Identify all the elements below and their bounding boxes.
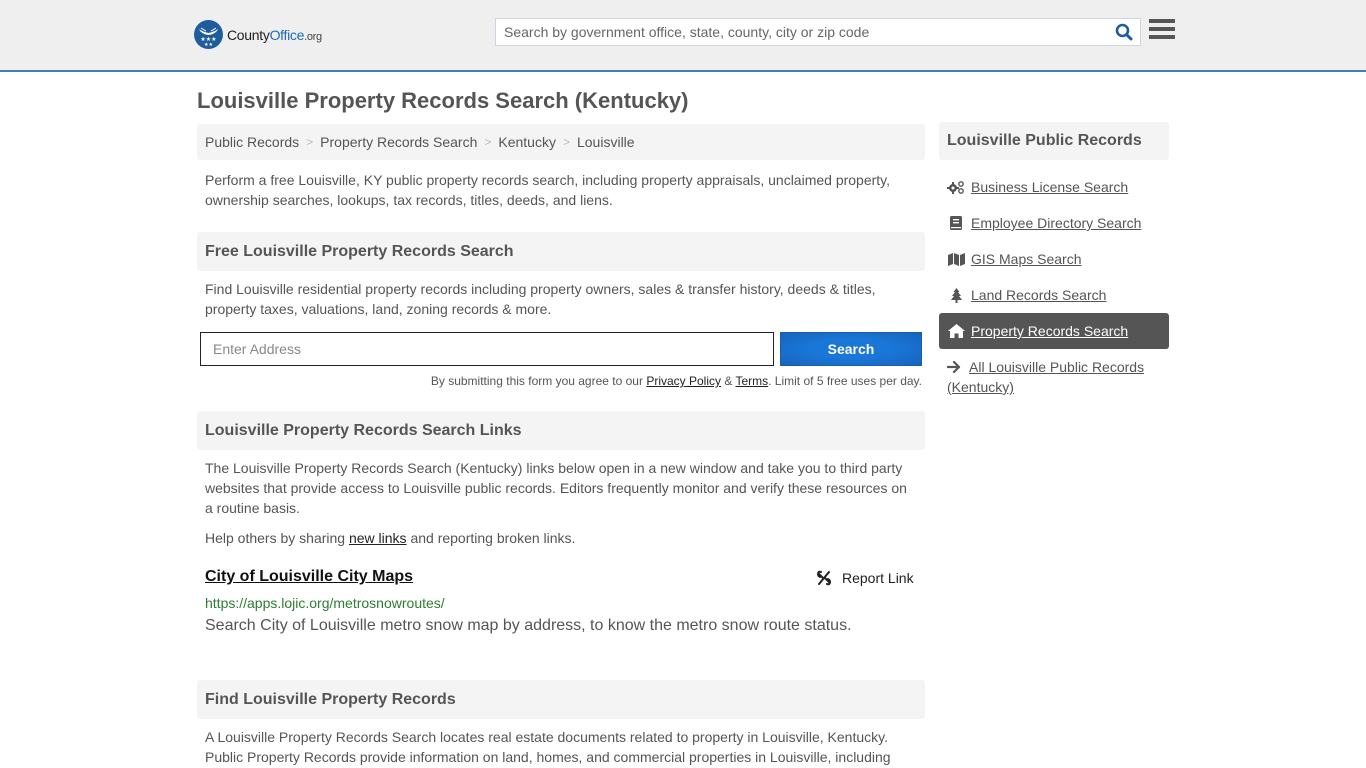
resource-link-title[interactable]: City of Louisville City Maps	[205, 568, 413, 586]
sidebar-heading: Louisville Public Records	[939, 122, 1169, 160]
site-logo[interactable]: ★★★ ★★ CountyOffice.org	[194, 20, 322, 49]
home-icon	[947, 323, 965, 339]
svg-text:★★: ★★	[204, 42, 213, 48]
sidebar-item-gis-maps[interactable]: GIS Maps Search	[939, 241, 1169, 277]
breadcrumb-property-records-search[interactable]: Property Records Search	[320, 134, 477, 150]
breadcrumb-separator: >	[562, 135, 570, 149]
resource-link-url: https://apps.lojic.org/metrosnowroutes/	[205, 595, 445, 611]
find-section-heading: Find Louisville Property Records	[197, 680, 925, 719]
breadcrumb-kentucky[interactable]: Kentucky	[498, 134, 556, 150]
free-search-description: Find Louisville residential property rec…	[205, 281, 876, 317]
sidebar-item-employee-directory[interactable]: Employee Directory Search	[939, 205, 1169, 241]
breadcrumb-louisville[interactable]: Louisville	[577, 134, 635, 150]
terms-link[interactable]: Terms	[735, 374, 768, 388]
links-section-heading: Louisville Property Records Search Links	[197, 411, 925, 450]
resource-link-description: Search City of Louisville metro snow map…	[205, 617, 852, 634]
site-search	[495, 18, 1141, 46]
breadcrumb-separator: >	[306, 135, 314, 149]
sidebar-item-property-records[interactable]: Property Records Search	[939, 313, 1169, 349]
logo-text: CountyOffice.org	[227, 26, 322, 43]
breadcrumb: Public Records > Property Records Search…	[197, 124, 925, 160]
find-section-text: A Louisville Property Records Search loc…	[205, 729, 891, 765]
all-public-records-link[interactable]: All Louisville Public Records (Kentucky)	[947, 359, 1144, 395]
site-header: ★★★ ★★ CountyOffice.org	[0, 0, 1366, 72]
map-icon	[947, 251, 965, 267]
gears-icon	[947, 179, 965, 195]
sidebar-item-land-records[interactable]: Land Records Search	[939, 277, 1169, 313]
broken-link-icon	[816, 570, 832, 586]
intro-text: Perform a free Louisville, KY public pro…	[205, 172, 891, 208]
search-button[interactable]	[1108, 19, 1140, 45]
site-search-input[interactable]	[496, 19, 1108, 45]
tree-icon	[947, 287, 965, 303]
hamburger-menu-icon[interactable]	[1149, 19, 1175, 43]
logo-eagle-icon: ★★★ ★★	[194, 20, 223, 49]
book-icon	[947, 215, 965, 231]
report-link-label: Report Link	[842, 570, 914, 586]
sidebar-item-business-license[interactable]: Business License Search	[939, 169, 1169, 205]
sidebar-all-records[interactable]: All Louisville Public Records (Kentucky)	[946, 357, 1169, 397]
address-input[interactable]	[200, 332, 774, 366]
breadcrumb-separator: >	[484, 135, 492, 149]
address-search-button[interactable]: Search	[780, 332, 922, 366]
help-text: Help others by sharing new links and rep…	[205, 530, 576, 546]
search-icon	[1115, 23, 1133, 41]
links-section-description: The Louisville Property Records Search (…	[205, 460, 907, 516]
arrow-right-icon	[946, 360, 961, 374]
form-disclaimer: By submitting this form you agree to our…	[430, 374, 922, 388]
free-search-heading: Free Louisville Property Records Search	[197, 232, 925, 271]
privacy-policy-link[interactable]: Privacy Policy	[646, 374, 721, 388]
breadcrumb-public-records[interactable]: Public Records	[205, 134, 299, 150]
new-links-link[interactable]: new links	[349, 530, 407, 546]
page-title: Louisville Property Records Search (Kent…	[197, 88, 689, 113]
report-link-button[interactable]: Report Link	[816, 570, 914, 586]
